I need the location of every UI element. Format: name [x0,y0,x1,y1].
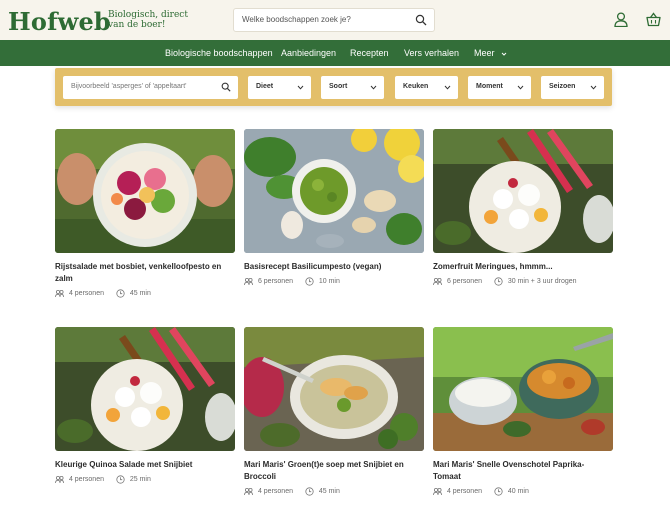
nav-item-recepten[interactable]: Recepten [350,48,389,58]
recipe-time: 25 min [129,476,151,483]
filter-moment[interactable]: Moment [468,76,531,99]
filter-seizoen-label: Seizoen [549,83,576,90]
nav-item-meer-label: Meer [474,48,495,58]
nav-item-vers-verhalen[interactable]: Vers verhalen [404,48,459,58]
search-placeholder: Welke boodschappen zoek je? [242,15,351,24]
recipe-title[interactable]: Zomerfruit Meringues, hmmm... [433,261,611,273]
recipe-image[interactable] [433,129,613,253]
persons-icon [55,475,64,484]
recipe-image[interactable] [55,129,235,253]
filter-moment-label: Moment [476,83,503,90]
recipe-persons: 4 personen [68,476,104,483]
recipe-persons: 6 personen [446,278,482,285]
clock-icon [305,277,314,286]
chevron-down-icon [501,52,507,56]
recipe-persons: 4 personen [257,488,293,495]
filter-soort-label: Soort [329,83,348,90]
main-nav: Biologische boodschappen Aanbiedingen Re… [0,40,670,66]
recipe-persons: 6 personen [257,278,293,285]
persons-icon [55,289,64,298]
recipe-persons: 4 personen [446,488,482,495]
chevron-down-icon [517,85,524,90]
persons-icon [433,277,442,286]
search-icon[interactable] [415,14,427,26]
nav-item-meer[interactable]: Meer [474,48,507,58]
persons-icon [244,277,253,286]
filter-seizoen[interactable]: Seizoen [541,76,604,99]
chevron-down-icon [590,85,597,90]
recipe-time: 45 min [318,488,340,495]
recipe-image[interactable] [433,327,613,451]
recipe-meta: 6 personen 30 min + 3 uur drogen [433,277,613,289]
clock-icon [494,487,503,496]
chevron-down-icon [370,85,377,90]
recipe-title[interactable]: Mari Maris' Groen(t)e soep met Snijbiet … [244,459,422,483]
filter-soort[interactable]: Soort [321,76,384,99]
recipe-title[interactable]: Mari Maris' Snelle Ovenschotel Paprika-T… [433,459,611,483]
recipe-persons: 4 personen [68,290,104,297]
recipe-image[interactable] [244,129,424,253]
persons-icon [244,487,253,496]
tagline: Biologisch, direct van de boer! [108,10,188,30]
recipe-time: 10 min [318,278,340,285]
recipe-search-input[interactable]: Bijvoorbeeld 'asperges' of 'appeltaart' [63,76,238,99]
filter-dieet-label: Dieet [256,83,274,90]
clock-icon [116,289,125,298]
recipe-time: 45 min [129,290,151,297]
filter-keuken-label: Keuken [403,83,429,90]
nav-item-aanbiedingen[interactable]: Aanbiedingen [281,48,336,58]
recipe-time: 30 min + 3 uur drogen [507,278,577,285]
recipe-meta: 4 personen 45 min [55,289,235,301]
recipe-meta: 4 personen 40 min [433,487,613,499]
recipe-meta: 4 personen 45 min [244,487,424,499]
recipe-meta: 6 personen 10 min [244,277,424,289]
user-icon[interactable] [614,12,628,27]
recipe-filter-bar: Bijvoorbeeld 'asperges' of 'appeltaart' … [55,68,612,106]
clock-icon [305,487,314,496]
recipe-title[interactable]: Kleurige Quinoa Salade met Snijbiet [55,459,233,471]
search-input[interactable]: Welke boodschappen zoek je? [233,8,435,32]
clock-icon [116,475,125,484]
recipe-time: 40 min [507,488,529,495]
recipe-meta: 4 personen 25 min [55,475,235,487]
basket-icon[interactable] [646,12,661,27]
filter-dieet[interactable]: Dieet [248,76,311,99]
recipe-title[interactable]: Basisrecept Basilicumpesto (vegan) [244,261,422,273]
header: Hofweb Biologisch, direct van de boer! W… [0,0,670,40]
filter-keuken[interactable]: Keuken [395,76,458,99]
chevron-down-icon [444,85,451,90]
logo[interactable]: Hofweb [8,7,111,36]
recipe-image[interactable] [244,327,424,451]
search-icon[interactable] [221,82,231,92]
clock-icon [494,277,503,286]
recipe-title[interactable]: Rijstsalade met bosbiet, venkelloofpesto… [55,261,233,285]
chevron-down-icon [297,85,304,90]
nav-item-biologische-boodschappen[interactable]: Biologische boodschappen [165,48,273,58]
recipe-search-placeholder: Bijvoorbeeld 'asperges' of 'appeltaart' [71,83,187,90]
persons-icon [433,487,442,496]
recipe-image[interactable] [55,327,235,451]
